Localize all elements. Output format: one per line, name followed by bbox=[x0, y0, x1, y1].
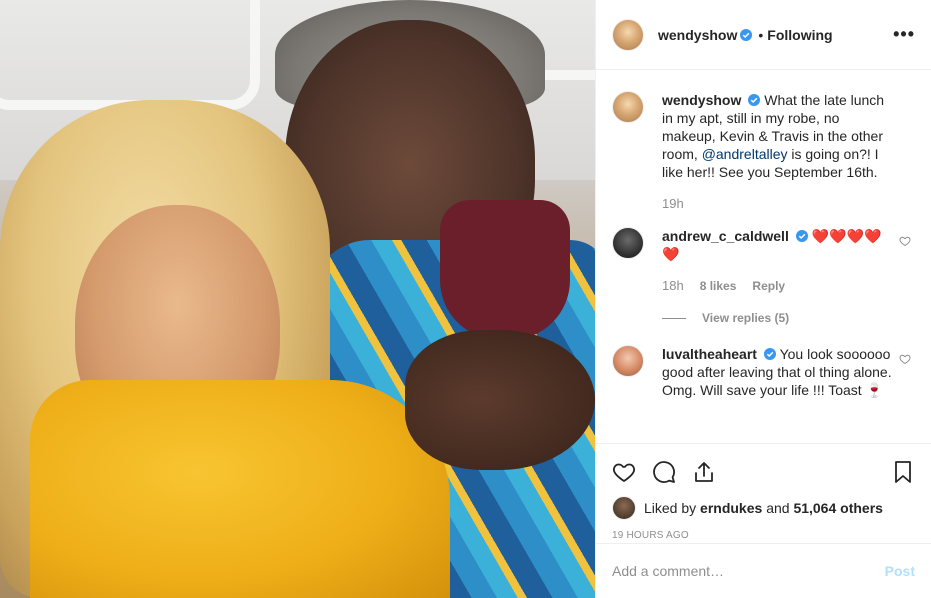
add-comment-bar: Post bbox=[596, 543, 931, 598]
post-actions: Liked by erndukes and 51,064 others 19 H… bbox=[596, 443, 931, 541]
comment-body: andrew_c_caldwell ❤️❤️❤️❤️❤️ 18h 8 likes… bbox=[662, 227, 892, 327]
action-icons-row bbox=[612, 452, 915, 492]
comment-likes[interactable]: 8 likes bbox=[700, 277, 737, 295]
following-button[interactable]: Following bbox=[767, 27, 832, 43]
separator-dot: • bbox=[758, 26, 764, 43]
comment-username[interactable]: andrew_c_caldwell bbox=[662, 228, 789, 244]
bookmark-icon[interactable] bbox=[891, 460, 915, 484]
caption: wendyshow What the late lunch in my apt,… bbox=[612, 91, 915, 213]
likes-middle: and bbox=[766, 500, 790, 516]
like-comment-heart-icon[interactable] bbox=[899, 235, 911, 247]
caption-time[interactable]: 19h bbox=[662, 195, 684, 213]
post-photo[interactable] bbox=[0, 0, 595, 598]
comment-reply-button[interactable]: Reply bbox=[752, 277, 785, 295]
comment-bubble-icon[interactable] bbox=[652, 460, 676, 484]
like-heart-icon[interactable] bbox=[612, 460, 636, 484]
caption-mention-link[interactable]: @andreltalley bbox=[702, 146, 788, 162]
likes-others[interactable]: 51,064 others bbox=[793, 500, 883, 516]
post-header: wendyshow • Following ••• bbox=[596, 0, 931, 70]
comments-list[interactable]: wendyshow What the late lunch in my apt,… bbox=[596, 71, 931, 443]
caption-meta: 19h bbox=[662, 195, 892, 213]
verified-badge-icon bbox=[740, 28, 753, 41]
likes-prefix: Liked by bbox=[644, 500, 697, 516]
comment-body: luvaltheaheart You look soooooo good aft… bbox=[662, 345, 892, 399]
comment-item: luvaltheaheart You look soooooo good aft… bbox=[612, 345, 915, 399]
author-username[interactable]: wendyshow bbox=[658, 27, 737, 43]
photo-wall-frame bbox=[0, 0, 260, 110]
caption-username[interactable]: wendyshow bbox=[662, 92, 741, 108]
instagram-post-view: wendyshow • Following ••• wendyshow What… bbox=[0, 0, 931, 598]
verified-badge-icon bbox=[795, 230, 808, 242]
author-info: wendyshow • Following bbox=[658, 27, 833, 43]
like-comment-heart-icon[interactable] bbox=[899, 353, 911, 365]
author-avatar[interactable] bbox=[612, 18, 644, 51]
more-options-icon[interactable]: ••• bbox=[893, 24, 915, 45]
caption-author-avatar[interactable] bbox=[612, 91, 644, 123]
view-replies-line bbox=[662, 317, 686, 319]
liker-avatar[interactable] bbox=[612, 496, 636, 520]
comment-item: andrew_c_caldwell ❤️❤️❤️❤️❤️ 18h 8 likes… bbox=[612, 227, 915, 327]
likes-summary[interactable]: Liked by erndukes and 51,064 others bbox=[612, 496, 915, 520]
liker-username[interactable]: erndukes bbox=[700, 500, 762, 516]
commenter-avatar[interactable] bbox=[612, 227, 644, 259]
share-icon[interactable] bbox=[692, 460, 716, 484]
view-replies-button[interactable]: View replies (5) bbox=[662, 309, 892, 327]
photo-woman-robe bbox=[30, 380, 450, 598]
commenter-avatar[interactable] bbox=[612, 345, 644, 377]
caption-body: wendyshow What the late lunch in my apt,… bbox=[662, 91, 892, 213]
comment-username[interactable]: luvaltheaheart bbox=[662, 346, 757, 362]
comment-meta: 18h 8 likes Reply bbox=[662, 277, 892, 295]
verified-badge-icon bbox=[748, 94, 761, 106]
post-timestamp[interactable]: 19 HOURS AGO bbox=[612, 530, 915, 541]
add-comment-input[interactable] bbox=[612, 563, 885, 579]
comment-time[interactable]: 18h bbox=[662, 277, 684, 295]
verified-badge-icon bbox=[763, 348, 776, 360]
view-replies-label: View replies (5) bbox=[702, 311, 790, 325]
post-side-panel: wendyshow • Following ••• wendyshow What… bbox=[595, 0, 931, 598]
post-comment-button[interactable]: Post bbox=[885, 563, 915, 579]
photo-man-collar bbox=[440, 200, 570, 340]
photo-man-hand bbox=[405, 330, 595, 470]
